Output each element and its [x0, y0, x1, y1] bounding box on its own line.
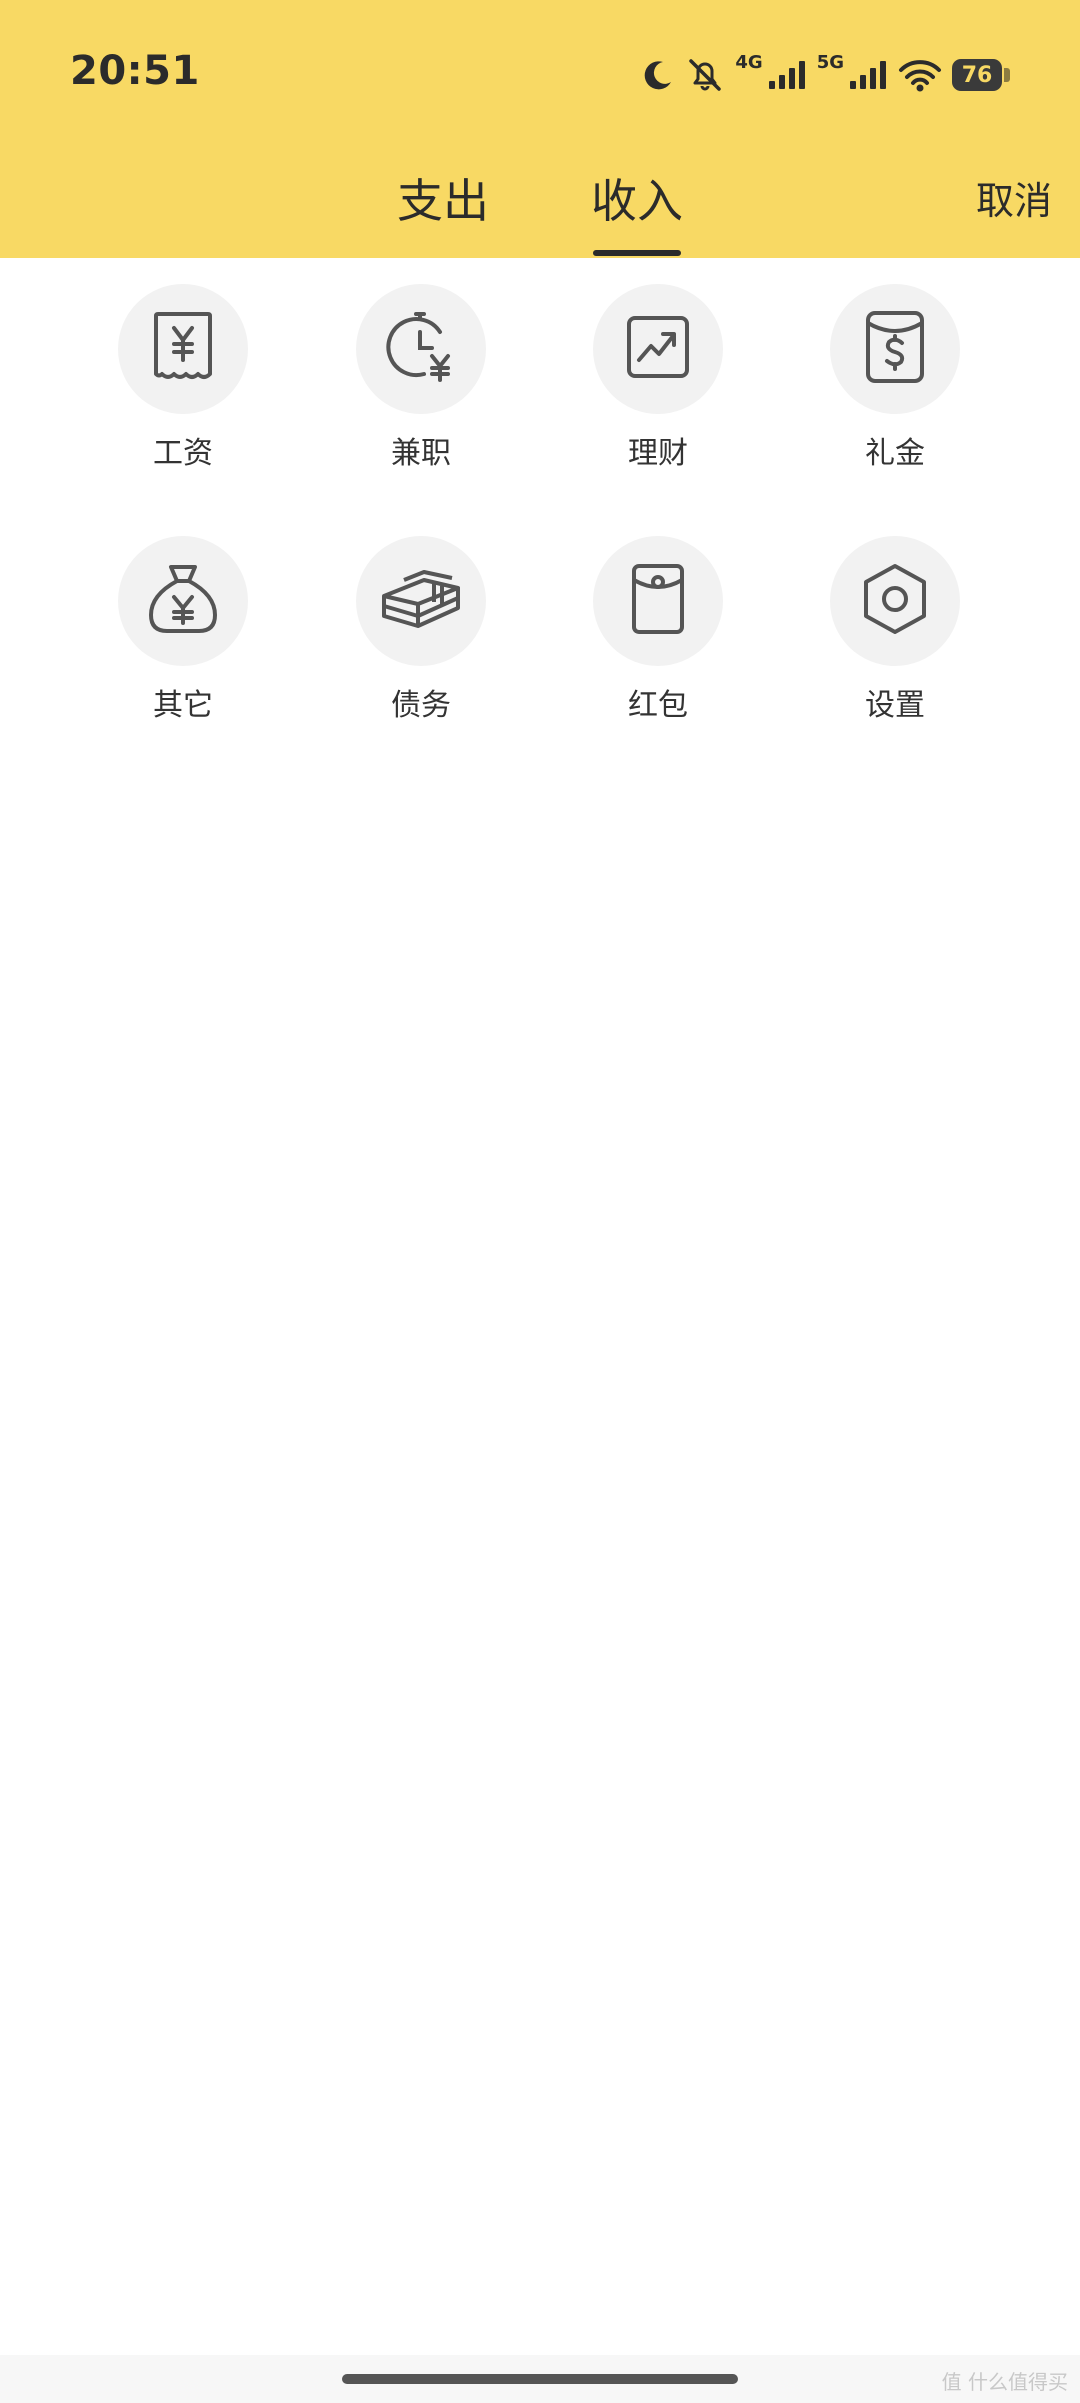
category-settings[interactable]: 设置 — [805, 536, 985, 724]
category-icon-circle — [593, 284, 723, 414]
category-gift-money[interactable]: 礼金 — [805, 284, 985, 472]
category-icon-circle — [830, 284, 960, 414]
category-label: 设置 — [865, 688, 925, 723]
cancel-button[interactable]: 取消 — [976, 170, 1052, 225]
wifi-icon — [898, 58, 942, 92]
category-part-time[interactable]: 兼职 — [331, 284, 511, 472]
category-icon-circle — [118, 284, 248, 414]
settings-hexagon-icon — [860, 562, 930, 640]
signal-4g-icon — [767, 59, 807, 91]
debt-cash-stack-icon — [380, 566, 462, 636]
tab-income[interactable]: 收入 — [577, 165, 697, 231]
investment-chart-icon — [625, 314, 691, 384]
category-label: 工资 — [153, 436, 213, 471]
muted-bell-icon — [685, 55, 725, 95]
home-indicator[interactable] — [342, 2374, 738, 2384]
category-icon-circle — [118, 536, 248, 666]
category-icon-circle — [356, 284, 486, 414]
moon-icon — [641, 58, 675, 92]
signal-5g-icon — [848, 59, 888, 91]
battery-icon: 76 — [952, 59, 1010, 91]
part-time-clock-icon — [384, 310, 458, 388]
category-label: 红包 — [628, 688, 688, 723]
category-icon-circle — [830, 536, 960, 666]
network-5g-label: 5G — [816, 52, 844, 73]
status-time: 20:51 — [70, 48, 200, 94]
tab-expense[interactable]: 支出 — [383, 165, 503, 231]
salary-receipt-icon — [148, 310, 218, 388]
active-tab-indicator — [593, 250, 681, 256]
money-bag-icon — [145, 561, 221, 641]
battery-cap — [1004, 68, 1010, 82]
category-label: 兼职 — [391, 436, 451, 471]
category-icon-circle — [356, 536, 486, 666]
category-salary[interactable]: 工资 — [93, 284, 273, 472]
category-other[interactable]: 其它 — [93, 536, 273, 724]
watermark: 值 什么值得买 — [941, 2370, 1068, 2394]
gift-money-icon — [864, 309, 926, 389]
network-4g-label: 4G — [735, 52, 763, 73]
category-debt[interactable]: 债务 — [331, 536, 511, 724]
category-investment[interactable]: 理财 — [568, 284, 748, 472]
red-envelope-icon — [630, 562, 686, 640]
category-icon-circle — [593, 536, 723, 666]
category-label: 理财 — [628, 436, 688, 471]
category-label: 其它 — [153, 688, 213, 723]
battery-level: 76 — [952, 59, 1002, 91]
status-icons: 4G 5G 76 — [641, 50, 1010, 100]
top-header: 20:51 4G 5G 76 支出 收入 取消 — [0, 0, 1080, 258]
category-label: 礼金 — [865, 436, 925, 471]
category-label: 债务 — [391, 688, 451, 723]
category-red-envelope[interactable]: 红包 — [568, 536, 748, 724]
